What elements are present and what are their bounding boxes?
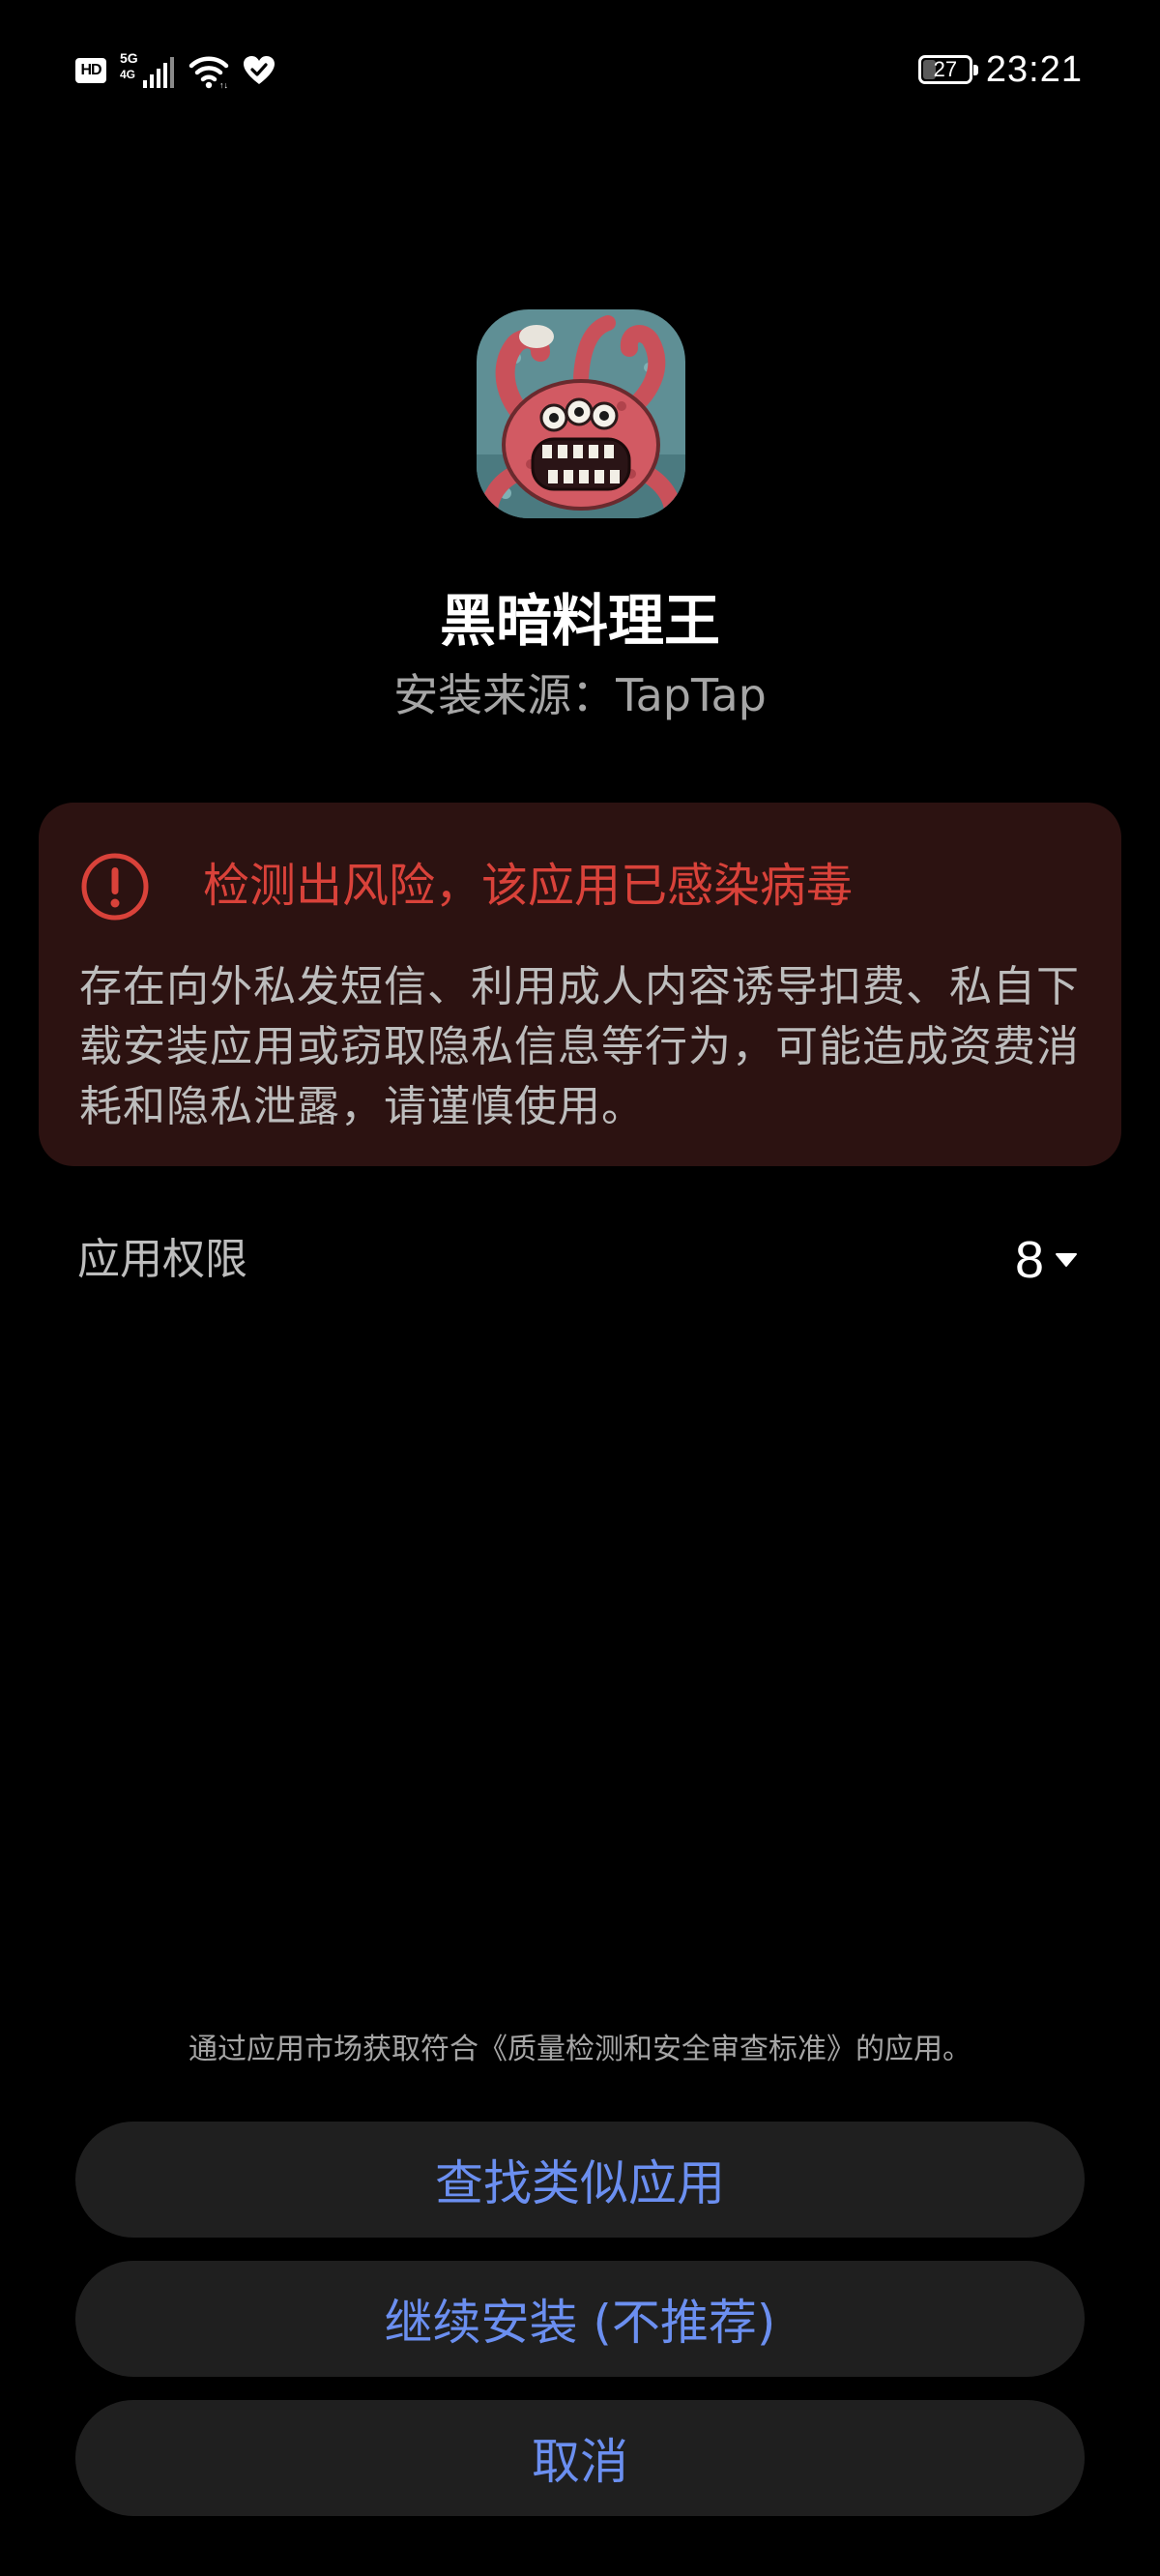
network-sub-label: 4G (120, 68, 136, 81)
battery-icon: 27 (917, 55, 978, 84)
status-left-group: HD 5G 4G ↑↓ (75, 48, 275, 93)
caret-down-icon (1054, 1251, 1079, 1269)
continue-install-button[interactable]: 继续安装 (不推荐) (75, 2261, 1085, 2377)
app-permissions-count: 8 (1014, 1231, 1044, 1289)
app-permissions-toggle[interactable]: 8 (1015, 1226, 1079, 1294)
svg-text:↑↓: ↑↓ (219, 80, 228, 89)
octopus-monster-app-icon (477, 309, 685, 518)
risk-title: 检测出风险，该应用已感染病毒 (203, 859, 854, 913)
status-right-group: 27 23:21 (917, 44, 1083, 95)
alert-circle-icon (79, 851, 151, 922)
heart-shield-icon (244, 56, 275, 85)
hd-icon: HD (75, 58, 106, 83)
market-hint-text: 通过应用市场获取符合《质量检测和安全审查标准》的应用。 (188, 2033, 972, 2066)
signal-icon: 5G 4G (120, 51, 174, 90)
network-type-label: 5G (120, 50, 138, 66)
app-name: 黑暗料理王 (439, 588, 720, 654)
signal-bars-icon (143, 57, 174, 88)
find-similar-apps-button[interactable]: 查找类似应用 (75, 2122, 1085, 2238)
install-source: 安装来源：TapTap (393, 669, 767, 721)
wifi-icon: ↑↓ (188, 52, 230, 89)
status-bar: HD 5G 4G ↑↓ 27 23:21 (0, 0, 1160, 135)
battery-level: 27 (933, 57, 958, 81)
risk-warning-card: 检测出风险，该应用已感染病毒 存在向外私发短信、利用成人内容诱导扣费、私自下载安… (39, 803, 1121, 1166)
clock: 23:21 (985, 48, 1083, 90)
cancel-button[interactable]: 取消 (75, 2400, 1085, 2516)
risk-description: 存在向外私发短信、利用成人内容诱导扣费、私自下载安装应用或窃取隐私信息等行为，可… (79, 962, 1080, 1131)
app-permissions-label: 应用权限 (77, 1235, 247, 1284)
app-permissions-row[interactable]: 应用权限 8 (77, 1222, 1083, 1300)
